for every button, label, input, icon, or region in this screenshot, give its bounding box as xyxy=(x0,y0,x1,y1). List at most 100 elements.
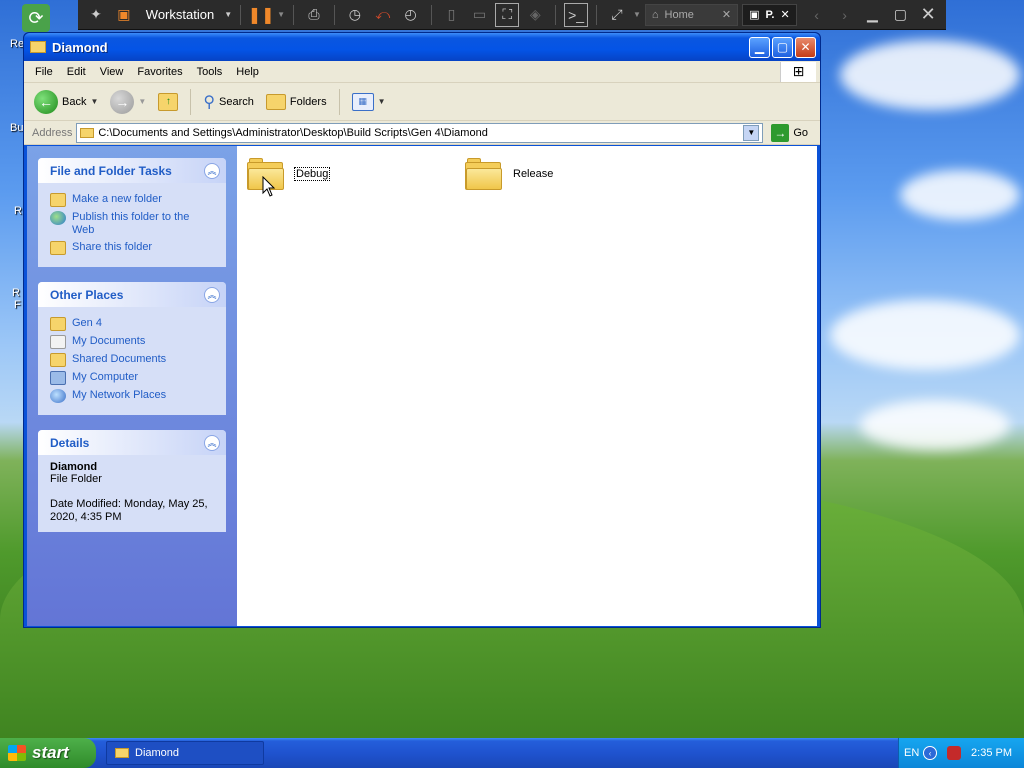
chevron-down-icon[interactable]: ▼ xyxy=(743,124,760,141)
chevron-down-icon[interactable]: ▼ xyxy=(90,97,98,106)
input-language-icon[interactable]: ‹ xyxy=(923,746,938,760)
scroll-left-icon[interactable]: ‹ xyxy=(805,3,829,27)
close-icon[interactable]: ✕ xyxy=(916,3,940,27)
folder-item-debug[interactable]: Debug xyxy=(247,158,331,190)
place-my-computer-link[interactable]: My Computer xyxy=(50,371,214,385)
place-my-documents-link[interactable]: My Documents xyxy=(50,335,214,349)
folder-icon xyxy=(465,158,503,190)
shared-folder-icon xyxy=(50,353,66,367)
chevron-down-icon[interactable]: ▼ xyxy=(277,10,285,19)
snapshot-manager-icon[interactable]: ◴ xyxy=(399,3,423,27)
share-folder-icon xyxy=(50,241,66,255)
close-button[interactable]: ✕ xyxy=(795,36,816,58)
tab-home[interactable]: ⌂ Home ✕ xyxy=(644,3,739,26)
vm-library-icon[interactable]: ▣ xyxy=(112,3,136,27)
desktop-icon-label[interactable]: Bu xyxy=(10,122,23,134)
menu-tools[interactable]: Tools xyxy=(190,64,230,80)
fullscreen-icon[interactable]: ⛶ xyxy=(495,2,520,27)
place-my-network-places-link[interactable]: My Network Places xyxy=(50,389,214,403)
search-icon: ⚲ xyxy=(203,93,216,111)
panel-title: Details xyxy=(50,435,90,450)
share-folder-link[interactable]: Share this folder xyxy=(50,241,214,255)
panel-header[interactable]: Details ︽ xyxy=(38,430,226,455)
go-arrow-icon: → xyxy=(771,123,790,142)
thumbnail-icon[interactable]: ▭ xyxy=(467,3,491,27)
start-button[interactable]: start xyxy=(0,738,96,768)
panel-body: Make a new folder Publish this folder to… xyxy=(38,183,226,267)
sidebar-icon[interactable]: ▯ xyxy=(440,3,464,27)
menu-help[interactable]: Help xyxy=(229,64,266,80)
file-list[interactable]: Debug Release xyxy=(237,146,817,626)
pause-icon[interactable]: ❚❚ xyxy=(248,3,275,27)
taskbar-item-diamond[interactable]: Diamond xyxy=(106,741,264,765)
place-shared-documents-link[interactable]: Shared Documents xyxy=(50,353,214,367)
folder-item-release[interactable]: Release xyxy=(465,158,553,190)
divider xyxy=(190,88,192,115)
chevron-down-icon[interactable]: ▼ xyxy=(224,10,232,19)
collapse-icon[interactable]: ︽ xyxy=(204,286,220,303)
menu-file[interactable]: File xyxy=(28,64,60,80)
collapse-icon[interactable]: ︽ xyxy=(204,162,220,179)
chevron-down-icon[interactable]: ▼ xyxy=(633,10,641,19)
menu-edit[interactable]: Edit xyxy=(60,64,93,80)
minimize-button[interactable]: ▁ xyxy=(749,36,770,58)
collapse-icon[interactable]: ︽ xyxy=(204,434,220,451)
folder-label: Release xyxy=(513,168,554,180)
forward-button[interactable]: → ▼ xyxy=(106,88,150,116)
explorer-window: Diamond ▁ ▢ ✕ File Edit View Favorites T… xyxy=(23,32,821,628)
panel-header[interactable]: File and Folder Tasks ︽ xyxy=(38,158,226,183)
details-name: Diamond xyxy=(50,461,98,473)
chevron-down-icon[interactable]: ▼ xyxy=(378,97,386,106)
snapshot-icon[interactable]: ◷ xyxy=(343,3,367,27)
details-type: File Folder xyxy=(50,473,102,485)
back-label: Back xyxy=(62,95,87,108)
unity-icon[interactable]: ◈ xyxy=(523,3,547,27)
address-input[interactable]: C:\Documents and Settings\Administrator\… xyxy=(76,122,764,143)
chevron-down-icon[interactable]: ▼ xyxy=(138,97,146,106)
publish-folder-link[interactable]: Publish this folder to the Web xyxy=(50,211,214,237)
go-button[interactable]: → Go xyxy=(763,123,816,142)
revert-snapshot-icon[interactable]: ⤺ xyxy=(371,3,395,27)
pin-icon[interactable]: ✦ xyxy=(84,3,108,27)
make-new-folder-link[interactable]: Make a new folder xyxy=(50,193,214,207)
maximize-icon[interactable]: ▢ xyxy=(888,3,912,27)
address-label: Address xyxy=(32,126,73,139)
link-label: Publish this folder to the Web xyxy=(72,211,190,236)
back-button[interactable]: ← Back ▼ xyxy=(30,88,102,116)
link-label: Shared Documents xyxy=(72,353,167,365)
panel-header[interactable]: Other Places ︽ xyxy=(38,282,226,307)
language-indicator[interactable]: EN xyxy=(904,747,919,759)
folder-label: Debug xyxy=(293,167,331,181)
place-gen4-link[interactable]: Gen 4 xyxy=(50,317,214,331)
close-icon[interactable]: ✕ xyxy=(722,8,731,21)
menu-bar: File Edit View Favorites Tools Help ⊞ xyxy=(24,61,820,83)
menu-favorites[interactable]: Favorites xyxy=(130,64,189,80)
vm-title[interactable]: Workstation xyxy=(146,7,214,22)
search-label: Search xyxy=(219,95,254,108)
security-shield-icon[interactable] xyxy=(947,746,962,760)
desktop-icon-label[interactable]: R xyxy=(12,287,20,299)
desktop-icon-label[interactable]: R xyxy=(14,205,22,217)
folders-label: Folders xyxy=(289,95,327,108)
title-bar[interactable]: Diamond ▁ ▢ ✕ xyxy=(24,33,820,61)
search-button[interactable]: ⚲ Search xyxy=(199,90,258,114)
views-button[interactable]: ▦ ▼ xyxy=(348,91,390,113)
close-icon[interactable]: ✕ xyxy=(780,8,789,21)
maximize-button[interactable]: ▢ xyxy=(772,36,793,58)
menu-view[interactable]: View xyxy=(93,64,131,80)
stretch-icon[interactable]: ⤢ xyxy=(605,3,629,27)
network-icon xyxy=(50,389,66,403)
send-keys-icon[interactable]: ⎙ xyxy=(302,3,326,27)
link-label: My Documents xyxy=(72,335,146,347)
desktop-icon-label[interactable]: Re xyxy=(10,38,24,50)
terminal-icon[interactable]: >_ xyxy=(564,2,589,27)
minimize-icon[interactable]: ▁ xyxy=(860,3,884,27)
up-button[interactable]: ↑ xyxy=(154,91,182,113)
clock[interactable]: 2:35 PM xyxy=(971,747,1012,759)
sync-icon[interactable]: ⟳ xyxy=(22,4,50,32)
tab-vm[interactable]: ▣ P. ✕ xyxy=(742,3,797,26)
desktop-icon-label[interactable]: F xyxy=(14,299,21,311)
scroll-right-icon[interactable]: › xyxy=(833,3,857,27)
details-date-modified: Date Modified: Monday, May 25, 2020, 4:3… xyxy=(50,498,208,523)
folders-button[interactable]: Folders xyxy=(262,92,331,112)
